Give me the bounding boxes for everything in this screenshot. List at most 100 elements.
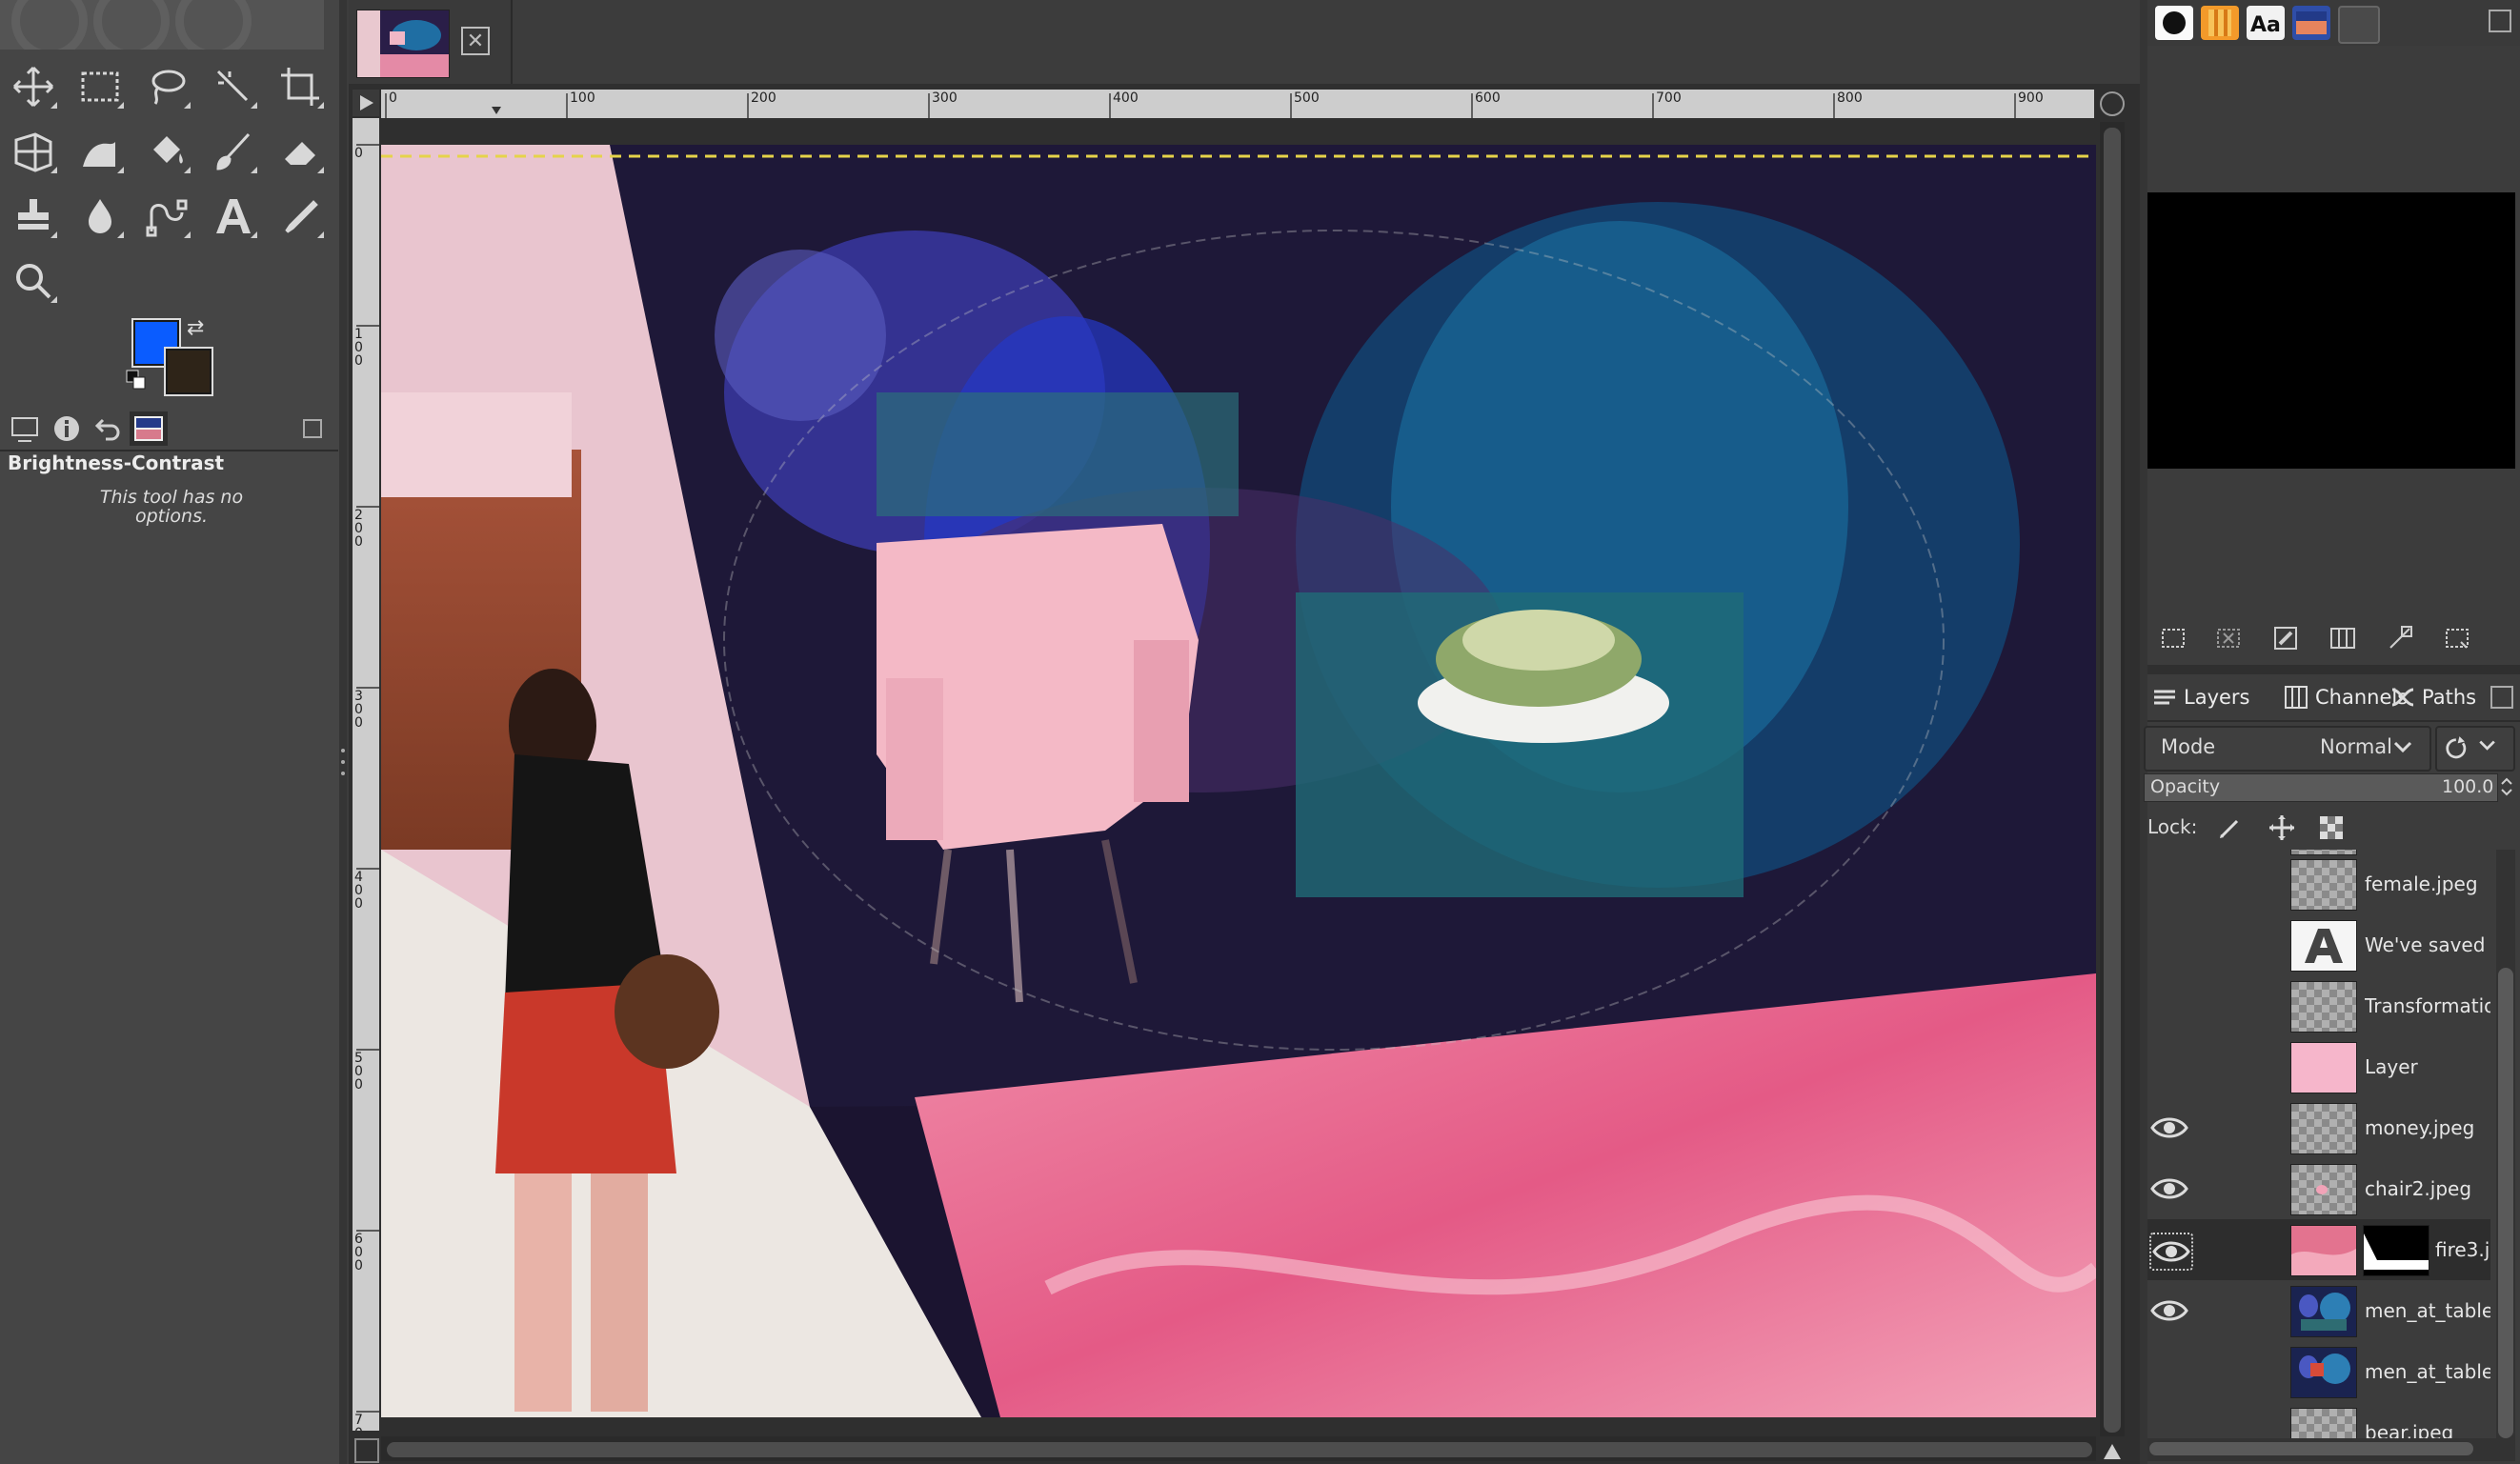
text-tool-icon[interactable] (208, 191, 259, 242)
layer-name[interactable]: Layer (2365, 1055, 2490, 1078)
vruler-label: 200 (354, 508, 363, 550)
default-colors-icon[interactable] (126, 370, 147, 391)
zoom-image-when-window-resizes-icon[interactable] (2100, 1438, 2125, 1463)
fonts-tab-icon[interactable]: Aa (2247, 6, 2285, 40)
layer-row-chair[interactable]: chair2.jpeg (2147, 1158, 2490, 1219)
hruler-label: 300 (932, 90, 958, 106)
duplicate-brush-icon[interactable] (2325, 621, 2361, 655)
layer-thumbnail (2290, 1103, 2357, 1154)
navigate-icon[interactable] (2100, 91, 2125, 116)
layer-name[interactable]: bear.jpeg (2365, 1421, 2490, 1438)
left-dock-separator[interactable] (339, 0, 347, 1464)
layer-row-female[interactable]: female.jpeg (2147, 853, 2490, 914)
close-image-tab-icon[interactable]: ✕ (461, 27, 490, 55)
tab-layers[interactable]: Layers (2151, 680, 2250, 714)
image-tab[interactable]: ✕ (349, 0, 513, 84)
layer-name[interactable]: We've saved ... (2365, 933, 2490, 956)
layers-list[interactable]: female.jpeg We've saved ... Transformati… (2147, 850, 2490, 1438)
bucket-fill-tool-icon[interactable] (141, 126, 192, 177)
layer-name[interactable]: money.jpeg (2365, 1116, 2490, 1139)
clone-tool-icon[interactable] (8, 191, 59, 242)
layers-dock-menu-icon[interactable] (2490, 686, 2513, 709)
templates-tab-icon[interactable] (2338, 6, 2380, 44)
move-tool-icon[interactable] (8, 61, 59, 112)
sash-grip-icon[interactable] (339, 743, 347, 781)
refresh-brushes-icon[interactable] (2439, 621, 2475, 655)
layer-row-men-at-table-2[interactable]: men_at_table (2147, 1341, 2490, 1402)
free-select-tool-icon[interactable] (141, 61, 192, 112)
layer-name[interactable]: chair2.jpeg (2365, 1177, 2490, 1200)
lock-alpha-icon[interactable] (2317, 813, 2346, 842)
color-picker-tool-icon[interactable] (274, 191, 326, 242)
mode-label: Mode (2161, 735, 2216, 758)
layer-mode-select[interactable]: Mode Normal (2144, 726, 2431, 772)
device-status-tab-icon[interactable] (6, 411, 44, 446)
opacity-slider[interactable]: Opacity 100.0 (2144, 773, 2498, 802)
layer-row-layer[interactable]: Layer (2147, 1036, 2490, 1097)
fuzzy-select-tool-icon[interactable] (208, 61, 259, 112)
dock-configure-menu-icon[interactable] (2489, 10, 2511, 32)
layer-name[interactable]: Transformation (2365, 994, 2490, 1017)
zoom-tool-icon[interactable] (8, 255, 59, 307)
ruler-corner-menu-icon[interactable] (353, 90, 379, 116)
open-brush-as-image-icon[interactable] (2382, 621, 2418, 655)
mode-value: Normal (2320, 735, 2392, 758)
delete-brush-icon[interactable] (2210, 621, 2247, 655)
layer-row-transformation[interactable]: Transformation (2147, 975, 2490, 1036)
image-canvas[interactable] (381, 145, 2096, 1417)
visibility-eye-icon[interactable] (2149, 1111, 2189, 1145)
layer-row-bear[interactable]: bear.jpeg (2147, 1402, 2490, 1438)
vruler-label: 0 (354, 146, 363, 161)
brushes-tab-icon[interactable] (2155, 6, 2193, 40)
canvas-horizontal-scroll-thumb[interactable] (387, 1442, 2092, 1457)
tool-options-tab-icon[interactable] (48, 411, 86, 446)
warp-transform-tool-icon[interactable] (74, 126, 126, 177)
tab-paths[interactable]: Paths (2389, 680, 2476, 714)
layer-name[interactable]: female.jpeg (2365, 872, 2490, 895)
background-color-swatch[interactable] (166, 349, 212, 394)
layer-row-fire3[interactable]: fire3.jpeg (2147, 1219, 2490, 1280)
quick-mask-toggle-icon[interactable] (354, 1438, 379, 1463)
layers-scroll-thumb[interactable] (2498, 968, 2513, 1438)
eraser-tool-icon[interactable] (274, 126, 326, 177)
mode-reset-button[interactable] (2435, 726, 2515, 772)
images-tab-icon[interactable] (130, 411, 168, 446)
rect-select-tool-icon[interactable] (74, 61, 126, 112)
panel-menu-icon[interactable] (303, 419, 322, 438)
smudge-tool-icon[interactable] (74, 191, 126, 242)
svg-text:Aa: Aa (2250, 13, 2281, 37)
paths-tool-icon[interactable] (141, 191, 192, 242)
opacity-value: 100.0 (2442, 776, 2494, 797)
edit-brush-icon[interactable] (2268, 621, 2304, 655)
vertical-ruler[interactable]: 0 100 200 300 400 500 600 700 (353, 118, 379, 1431)
paintbrush-tool-icon[interactable] (208, 126, 259, 177)
layer-name[interactable]: fire3.jpeg (2435, 1238, 2489, 1261)
layer-row-men-at-table-1[interactable]: men_at_table (2147, 1280, 2490, 1341)
layer-thumbnail (2290, 1225, 2357, 1276)
crop-tool-icon[interactable] (274, 61, 326, 112)
layer-row-money[interactable]: money.jpeg (2147, 1097, 2490, 1158)
visibility-eye-icon[interactable] (2149, 1233, 2193, 1271)
document-history-tab-icon[interactable] (2292, 6, 2330, 40)
opacity-spinner-icon[interactable] (2498, 773, 2515, 800)
visibility-eye-icon[interactable] (2149, 1172, 2189, 1206)
layer-name[interactable]: men_at_table (2365, 1299, 2490, 1322)
canvas-vertical-scroll-thumb[interactable] (2104, 128, 2121, 1433)
layer-row-text[interactable]: We've saved ... (2147, 914, 2490, 975)
vruler-label: 700 (354, 1413, 363, 1431)
layer-name[interactable]: men_at_table (2365, 1360, 2490, 1383)
lock-position-icon[interactable] (2268, 813, 2296, 842)
brush-preview-black[interactable] (2147, 192, 2515, 469)
perspective-tool-icon[interactable] (8, 126, 59, 177)
layer-mask-thumbnail[interactable] (2363, 1225, 2429, 1276)
layers-horizontal-scroll-thumb[interactable] (2149, 1442, 2473, 1455)
dock-separator[interactable] (2147, 665, 2520, 674)
horizontal-ruler[interactable]: 0 100 200 300 400 500 600 700 800 900 (381, 90, 2094, 118)
swap-colors-icon[interactable]: ⇄ (187, 316, 204, 340)
tab-paths-label: Paths (2422, 686, 2477, 709)
visibility-eye-icon[interactable] (2149, 1294, 2189, 1328)
new-brush-icon[interactable] (2155, 621, 2191, 655)
undo-history-tab-icon[interactable] (88, 411, 126, 446)
lock-pixels-icon[interactable] (2216, 813, 2245, 842)
patterns-tab-icon[interactable] (2201, 6, 2239, 40)
